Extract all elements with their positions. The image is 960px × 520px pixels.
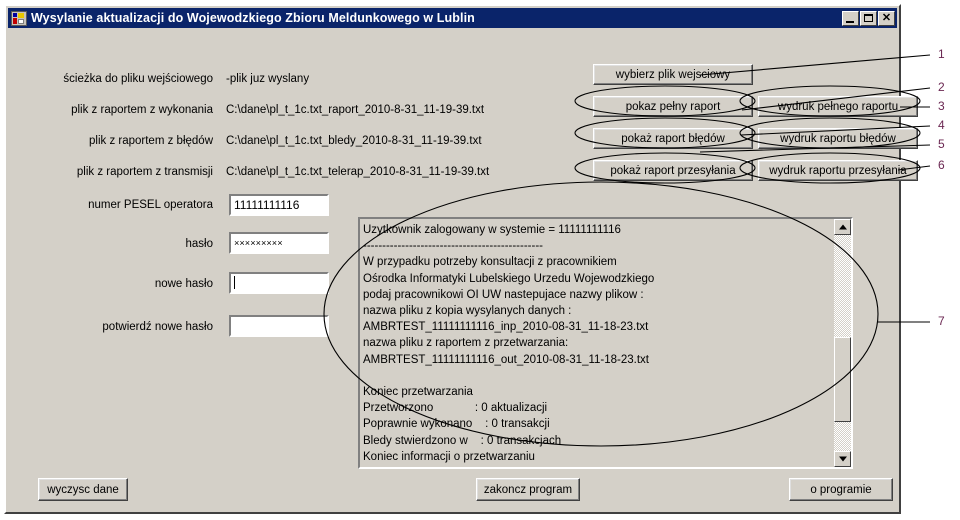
annotation-number-7: 7 [938,314,945,328]
show-error-report-button[interactable]: pokaż raport błędów [593,128,753,149]
maximize-button[interactable] [860,10,877,26]
clear-data-button[interactable]: wyczysc dane [38,478,128,501]
value-transmission-report-file: C:\dane\pl_t_1c.txt_telerap_2010-8-31_11… [226,166,490,178]
label-pesel: numer PESEL operatora [88,199,213,211]
scroll-up-button[interactable] [834,219,851,235]
password-input[interactable]: ××××××××× [229,232,329,254]
log-scrollbar[interactable] [834,219,851,467]
triangle-up-icon [838,224,847,230]
window-title: Wysylanie aktualizacji do Wojewodzkiego … [31,11,475,25]
label-password: hasło [185,238,214,250]
processing-log-text: Uzytkownik zalogowany w systemie = 11111… [363,224,655,463]
scroll-down-button[interactable] [834,451,851,467]
pesel-input[interactable]: 11111111116 [229,194,329,216]
annotation-number-6: 6 [938,158,945,172]
annotation-number-2: 2 [938,80,945,94]
value-input-file-path: -plik juz wyslany [226,73,310,85]
annotation-number-3: 3 [938,99,945,113]
choose-input-file-button[interactable]: wybierz plik wejsciowy [593,64,753,85]
processing-log-panel[interactable]: Uzytkownik zalogowany w systemie = 11111… [358,217,853,469]
annotation-number-1: 1 [938,47,945,61]
show-full-report-button[interactable]: pokaz pełny raport [593,96,753,117]
close-button[interactable]: ✕ [878,10,895,26]
label-new-password: nowe hasło [154,278,213,290]
show-transmission-report-button[interactable]: pokaż raport przesyłania [593,160,753,181]
annotation-number-5: 5 [938,137,945,151]
about-program-button[interactable]: o programie [789,478,893,501]
app-icon [11,10,27,26]
value-execution-report-file: C:\dane\pl_t_1c.txt_raport_2010-8-31_11-… [226,104,485,116]
print-transmission-report-button[interactable]: wydruk raportu przesyłania [758,160,918,181]
exit-program-button[interactable]: zakoncz program [476,478,580,501]
label-input-file-path: ścieżka do pliku wejściowego [63,73,213,85]
label-transmission-report-file: plik z raportem z transmisji [76,166,213,178]
triangle-down-icon [838,456,847,462]
label-confirm-new-password: potwierdź nowe hasło [102,321,213,333]
title-bar: Wysylanie aktualizacji do Wojewodzkiego … [8,8,897,28]
print-error-report-button[interactable]: wydruk raportu błędów [758,128,918,149]
application-window: Wysylanie aktualizacji do Wojewodzkiego … [4,4,918,514]
confirm-password-input[interactable] [229,315,329,337]
annotation-number-4: 4 [938,118,945,132]
label-error-report-file: plik z raportem z błędów [89,135,213,147]
client-area: ścieżka do pliku wejściowego -plik juz w… [8,29,918,510]
print-full-report-button[interactable]: wydruk pełnego raportu [758,96,918,117]
value-error-report-file: C:\dane\pl_t_1c.txt_bledy_2010-8-31_11-1… [226,135,482,147]
label-execution-report-file: plik z raportem z wykonania [71,104,213,116]
scrollbar-thumb[interactable] [834,337,851,422]
new-password-input[interactable] [229,272,329,294]
minimize-button[interactable] [842,10,859,26]
